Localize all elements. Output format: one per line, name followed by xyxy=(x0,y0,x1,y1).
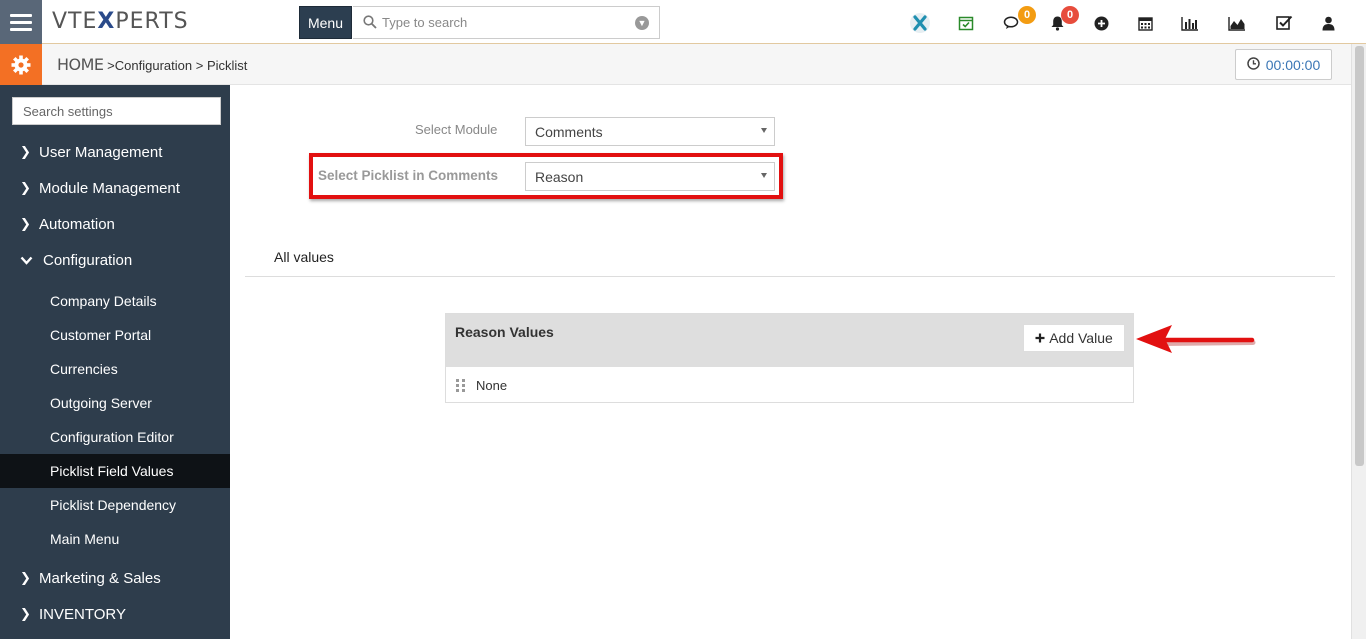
settings-sidebar: ❯ User Management ❯ Module Management ❯ … xyxy=(0,85,230,639)
chevron-right-icon: ❯ xyxy=(20,144,31,159)
sidebar-item-customer-portal[interactable]: Customer Portal xyxy=(0,318,230,352)
select-module-label: Select Module xyxy=(415,122,498,137)
app-logo[interactable]: VTEXPERTS xyxy=(52,9,189,34)
sidebar-section-label: INVENTORY xyxy=(39,605,126,623)
tab-divider xyxy=(245,276,1335,277)
page-scrollbar[interactable] xyxy=(1351,44,1366,639)
breadcrumb: HOME >Configuration > Picklist xyxy=(57,55,247,74)
module-select[interactable]: Comments xyxy=(525,117,775,146)
breadcrumb-configuration[interactable]: Configuration xyxy=(115,58,192,73)
clock-icon xyxy=(1247,56,1260,73)
drag-handle-icon[interactable] xyxy=(456,378,466,392)
caret-down-icon xyxy=(761,128,767,133)
module-select-value: Comments xyxy=(535,123,603,140)
sidebar-item-configuration-editor[interactable]: Configuration Editor xyxy=(0,420,230,454)
settings-search-input[interactable] xyxy=(13,98,220,124)
sidebar-item-company-details[interactable]: Company Details xyxy=(0,284,230,318)
calendar-icon[interactable] xyxy=(1134,12,1156,34)
plus-icon xyxy=(1035,333,1045,343)
sidebar-section-label: Marketing & Sales xyxy=(39,569,161,587)
picklist-select-value: Reason xyxy=(535,168,584,185)
chevron-right-icon: ❯ xyxy=(20,606,31,621)
panel-header: Reason Values Add Value xyxy=(446,314,1133,367)
search-icon xyxy=(363,15,377,32)
caret-down-icon xyxy=(761,173,767,178)
chat-badge: 0 xyxy=(1018,6,1036,24)
chevron-right-icon: ❯ xyxy=(20,570,31,585)
tasks-checkbox-icon[interactable] xyxy=(1273,12,1295,34)
chevron-right-icon: ❯ xyxy=(20,180,31,195)
add-value-label: Add Value xyxy=(1049,330,1113,346)
user-profile-icon[interactable] xyxy=(1317,12,1339,34)
timer-value: 00:00:00 xyxy=(1265,56,1321,73)
add-value-button[interactable]: Add Value xyxy=(1023,324,1125,352)
sidebar-section-label: Module Management xyxy=(39,179,180,197)
sidebar-section-label: Configuration xyxy=(43,251,133,269)
vtexperts-x-icon[interactable] xyxy=(909,12,931,34)
select-picklist-label: Select Picklist in Comments xyxy=(318,168,499,183)
annotation-arrow-icon xyxy=(1134,322,1258,361)
menu-button[interactable]: Menu xyxy=(299,6,352,39)
picklist-value: None xyxy=(476,377,508,393)
search-options-icon[interactable]: ▼ xyxy=(635,16,649,30)
sidebar-section-label: User Management xyxy=(39,143,163,161)
panel-title: Reason Values xyxy=(455,324,554,340)
breadcrumb-home[interactable]: HOME xyxy=(57,55,104,74)
search-input[interactable] xyxy=(382,7,642,38)
sidebar-section-label: Automation xyxy=(39,215,115,233)
hamburger-menu-icon[interactable] xyxy=(0,0,42,44)
sidebar-section-inventory[interactable]: ❯ INVENTORY xyxy=(0,598,230,630)
sidebar-item-picklist-field-values[interactable]: Picklist Field Values xyxy=(0,454,230,488)
quick-create-plus-icon[interactable] xyxy=(1090,12,1112,34)
breadcrumb-bar: HOME >Configuration > Picklist 00:00:00 xyxy=(0,44,1366,85)
picklist-select[interactable]: Reason xyxy=(525,162,775,191)
settings-gear-icon[interactable] xyxy=(0,44,42,85)
picklist-values-panel: Reason Values Add Value None xyxy=(445,313,1134,403)
settings-search xyxy=(12,97,221,125)
sidebar-item-picklist-dependency[interactable]: Picklist Dependency xyxy=(0,488,230,522)
dashboard-area-chart-icon[interactable] xyxy=(1226,12,1248,34)
sidebar-item-currencies[interactable]: Currencies xyxy=(0,352,230,386)
timer-button[interactable]: 00:00:00 xyxy=(1235,49,1332,80)
sidebar-section-marketing-sales[interactable]: ❯ Marketing & Sales xyxy=(0,562,230,594)
breadcrumb-separator: > xyxy=(107,58,115,73)
sidebar-section-user-management[interactable]: ❯ User Management xyxy=(0,136,230,168)
calendar-check-icon[interactable] xyxy=(955,12,977,34)
chevron-down-icon xyxy=(0,253,43,268)
reports-bar-chart-icon[interactable] xyxy=(1179,12,1201,34)
chevron-right-icon: ❯ xyxy=(20,216,31,231)
notification-badge: 0 xyxy=(1061,6,1079,24)
sidebar-item-outgoing-server[interactable]: Outgoing Server xyxy=(0,386,230,420)
sidebar-section-automation[interactable]: ❯ Automation xyxy=(0,208,230,240)
sidebar-section-module-management[interactable]: ❯ Module Management xyxy=(0,172,230,204)
all-values-tab[interactable]: All values xyxy=(274,249,334,265)
list-item[interactable]: None xyxy=(446,367,1133,403)
global-search: ▼ xyxy=(353,6,660,39)
sidebar-section-configuration[interactable]: Configuration xyxy=(0,244,230,276)
breadcrumb-picklist: Picklist xyxy=(206,58,248,73)
sidebar-item-main-menu[interactable]: Main Menu xyxy=(0,522,230,556)
top-bar: VTEXPERTS Menu ▼ 0 0 xyxy=(0,0,1366,44)
scrollbar-thumb[interactable] xyxy=(1355,46,1364,466)
breadcrumb-separator: > xyxy=(195,58,204,73)
